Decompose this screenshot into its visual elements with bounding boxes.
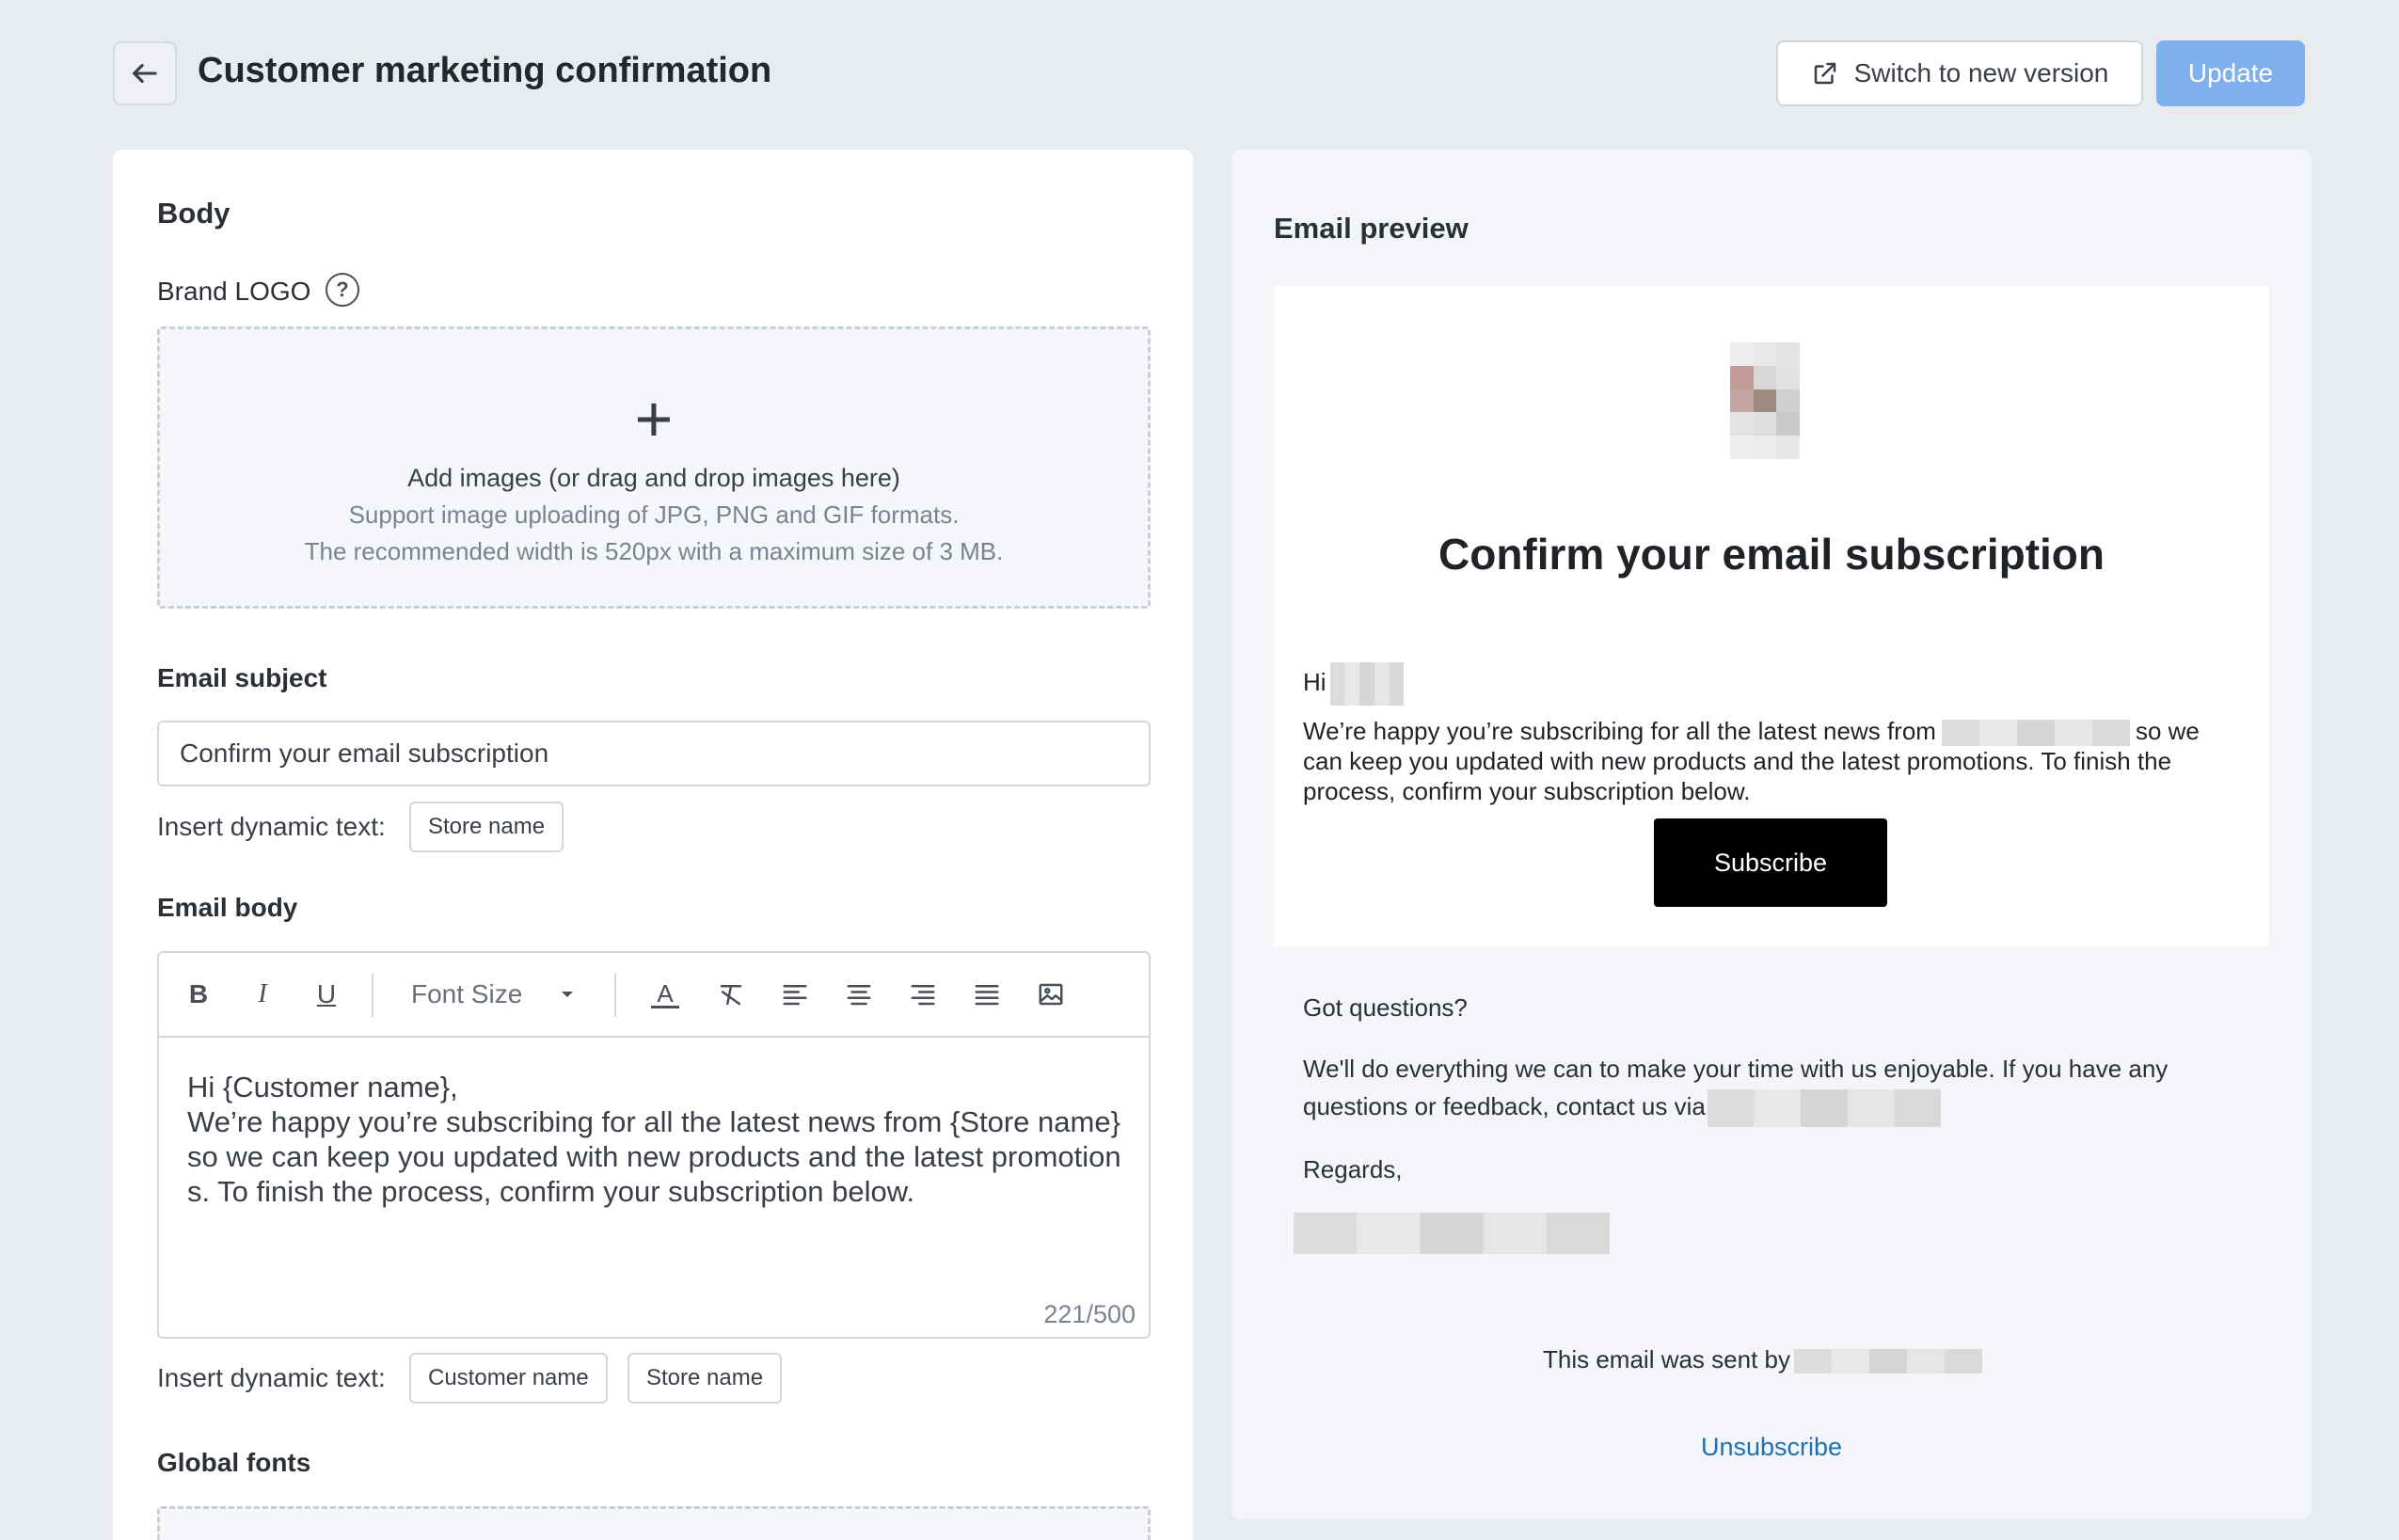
preview-card: Confirm your email subscription Hi We’re… — [1274, 286, 2269, 946]
sent-by-text: This email was sent by — [1543, 1341, 1982, 1378]
unsubscribe-link[interactable]: Unsubscribe — [1231, 1433, 2312, 1462]
email-body-editor[interactable]: B I U Font Size A Hi {Customer name}, We… — [157, 951, 1151, 1339]
email-body-text[interactable]: Hi {Customer name}, We’re happy you’re s… — [187, 1070, 1128, 1209]
redacted-customer-name — [1329, 662, 1404, 706]
greeting-text: Hi — [1303, 667, 1327, 696]
plus-icon: + — [634, 382, 674, 455]
font-size-label: Font Size — [411, 979, 523, 1008]
upload-size-text: The recommended width is 520px with a ma… — [304, 537, 1004, 565]
font-color-glyph: A — [657, 978, 674, 1008]
arrow-left-icon — [133, 63, 157, 84]
dynamic-text-label: Insert dynamic text: — [157, 1363, 386, 1392]
color-underline — [651, 1005, 679, 1008]
upload-formats-text: Support image uploading of JPG, PNG and … — [348, 500, 960, 529]
email-subject-value: Confirm your email subscription — [180, 738, 549, 768]
subscribe-button[interactable]: Subscribe — [1654, 818, 1887, 907]
toolbar-divider — [372, 974, 373, 1017]
align-justify-icon[interactable] — [966, 974, 1008, 1015]
align-left-icon[interactable] — [774, 974, 816, 1015]
dynamic-text-label: Insert dynamic text: — [157, 812, 386, 841]
font-color-button[interactable]: A — [644, 974, 686, 1015]
global-fonts-area[interactable] — [157, 1506, 1151, 1540]
preview-headline: Confirm your email subscription — [1438, 530, 2105, 579]
chip-store-name[interactable]: Store name — [409, 802, 564, 852]
caret-down-icon — [562, 992, 574, 997]
align-right-icon[interactable] — [902, 974, 944, 1015]
body-section-title: Body — [157, 197, 230, 230]
help-icon[interactable]: ? — [326, 273, 359, 307]
character-counter: 221/500 — [1043, 1300, 1136, 1328]
underline-button[interactable]: U — [306, 974, 347, 1015]
redacted-store-name — [1941, 720, 2130, 747]
preview-paragraph: We’re happy you’re subscribing for all t… — [1303, 716, 2244, 806]
logo-upload-dropzone[interactable]: + Add images (or drag and drop images he… — [157, 326, 1151, 609]
email-subject-input[interactable]: Confirm your email subscription — [157, 721, 1151, 786]
email-preview-panel: Email preview Confirm your email subscri… — [1231, 150, 2312, 1519]
redacted-contact — [1707, 1089, 1941, 1128]
regards-text: Regards, — [1303, 1155, 1403, 1183]
email-body-label: Email body — [157, 893, 298, 922]
editor-panel: Body Brand LOGO ? + Add images (or drag … — [113, 150, 1193, 1540]
paragraph-start: We’re happy you’re subscribing for all t… — [1303, 717, 1936, 745]
font-size-select[interactable]: Font Size — [411, 974, 575, 1015]
upload-main-text: Add images (or drag and drop images here… — [407, 464, 900, 492]
clear-format-icon[interactable] — [710, 974, 752, 1015]
email-subject-label: Email subject — [157, 663, 327, 692]
align-center-icon[interactable] — [838, 974, 880, 1015]
switch-version-label: Switch to new version — [1853, 58, 2109, 87]
external-link-icon — [1814, 62, 1835, 85]
page-title: Customer marketing confirmation — [198, 51, 772, 90]
brand-logo-image — [1730, 342, 1800, 459]
redacted-signature — [1294, 1213, 1610, 1254]
global-fonts-label: Global fonts — [157, 1448, 311, 1477]
toolbar-divider — [614, 974, 616, 1017]
editor-toolbar: B I U Font Size A — [159, 953, 1149, 1038]
sent-by-label: This email was sent by — [1543, 1345, 1790, 1373]
insert-image-icon[interactable] — [1030, 974, 1072, 1015]
preview-greeting: Hi — [1303, 662, 1404, 706]
brand-logo-label: Brand LOGO — [157, 277, 311, 306]
body-greeting: Hi {Customer name}, — [187, 1071, 458, 1103]
email-preview-title: Email preview — [1274, 212, 1469, 245]
support-text: We'll do everything we can to make your … — [1303, 1050, 2244, 1128]
italic-button[interactable]: I — [242, 974, 283, 1015]
back-button[interactable] — [113, 41, 177, 105]
update-button[interactable]: Update — [2156, 40, 2305, 106]
got-questions-text: Got questions? — [1303, 993, 1468, 1022]
body-paragraph: We’re happy you’re subscribing for all t… — [187, 1105, 1121, 1208]
chip-store-name[interactable]: Store name — [628, 1353, 783, 1404]
switch-version-button[interactable]: Switch to new version — [1776, 40, 2143, 106]
redacted-store-name — [1793, 1349, 1982, 1374]
bold-button[interactable]: B — [178, 974, 219, 1015]
chip-customer-name[interactable]: Customer name — [409, 1353, 608, 1404]
